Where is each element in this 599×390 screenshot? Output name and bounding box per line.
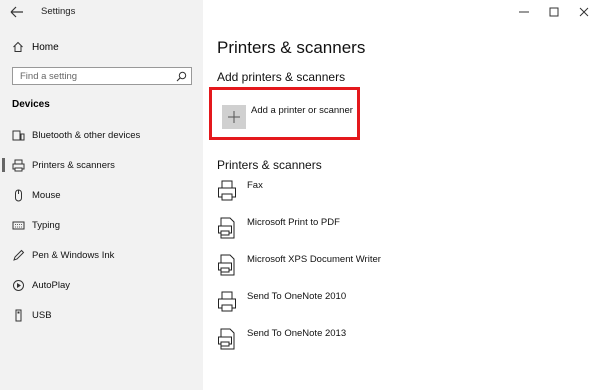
list-item[interactable]: Microsoft XPS Document Writer <box>217 254 517 276</box>
mouse-icon <box>15 189 22 201</box>
pen-icon <box>13 249 25 261</box>
close-button[interactable] <box>569 0 599 24</box>
window-controls <box>509 0 599 24</box>
main-content: Printers & scanners Add printers & scann… <box>203 0 599 390</box>
add-printer-label[interactable]: Add a printer or scanner <box>251 105 353 116</box>
sidebar-item-autoplay[interactable]: AutoPlay <box>12 277 197 293</box>
list-item[interactable]: Send To OneNote 2010 <box>217 291 517 313</box>
minimize-button[interactable] <box>509 0 539 24</box>
maximize-icon <box>549 7 559 17</box>
home-icon <box>13 41 23 52</box>
bluetooth-device-icon <box>12 130 25 140</box>
autoplay-icon <box>13 279 24 291</box>
back-arrow-icon <box>10 6 23 18</box>
add-printer-button[interactable] <box>222 105 246 129</box>
printer-name: Fax <box>247 180 263 191</box>
keyboard-icon <box>12 221 25 229</box>
sidebar-item-label: AutoPlay <box>32 279 71 291</box>
printers-section-heading: Printers & scanners <box>217 158 322 172</box>
sidebar-item-typing[interactable]: Typing <box>12 217 197 233</box>
sidebar-item-usb[interactable]: USB <box>12 307 197 323</box>
sidebar-item-mouse[interactable]: Mouse <box>12 187 197 203</box>
title-bar: Settings <box>0 0 203 24</box>
search-input[interactable]: Find a setting <box>12 67 192 85</box>
sidebar-item-label: Home <box>32 41 59 53</box>
sidebar-item-label: USB <box>32 309 52 321</box>
sidebar-item-printers[interactable]: Printers & scanners <box>2 157 197 173</box>
highlight-box: Add a printer or scanner <box>209 87 360 140</box>
maximize-button[interactable] <box>539 0 569 24</box>
document-printer-icon <box>218 328 235 350</box>
document-printer-icon <box>218 217 235 239</box>
printer-name: Send To OneNote 2010 <box>247 291 347 302</box>
printer-icon <box>12 159 25 171</box>
minimize-icon <box>519 11 529 13</box>
sidebar: Settings Home Find a setting Devices Blu… <box>0 0 203 390</box>
section-heading: Devices <box>12 99 50 110</box>
fax-printer-icon <box>218 180 236 201</box>
document-printer-icon <box>218 254 235 276</box>
printer-name: Microsoft Print to PDF <box>247 217 340 228</box>
window-title: Settings <box>41 6 76 17</box>
sidebar-item-label: Mouse <box>32 189 61 201</box>
back-button[interactable] <box>8 4 26 20</box>
sidebar-item-label: Printers & scanners <box>32 159 115 171</box>
list-item[interactable]: Send To OneNote 2013 <box>217 328 517 350</box>
sidebar-item-label: Pen & Windows Ink <box>32 249 115 261</box>
sidebar-item-label: Typing <box>32 219 60 231</box>
sidebar-item-label: Bluetooth & other devices <box>32 129 141 141</box>
plus-icon <box>228 111 240 123</box>
sidebar-item-bluetooth[interactable]: Bluetooth & other devices <box>12 127 197 143</box>
page-title: Printers & scanners <box>217 38 366 57</box>
list-item[interactable]: Fax <box>217 180 517 202</box>
printer-icon <box>218 291 236 312</box>
close-icon <box>579 7 589 17</box>
sidebar-item-home[interactable]: Home <box>12 39 192 55</box>
add-section-heading: Add printers & scanners <box>217 70 346 84</box>
sidebar-item-pen[interactable]: Pen & Windows Ink <box>12 247 197 263</box>
printer-name: Send To OneNote 2013 <box>247 328 347 339</box>
printer-name: Microsoft XPS Document Writer <box>247 254 381 265</box>
list-item[interactable]: Microsoft Print to PDF <box>217 217 517 239</box>
search-placeholder: Find a setting <box>20 71 78 82</box>
search-icon <box>176 71 187 82</box>
usb-icon <box>15 309 22 321</box>
